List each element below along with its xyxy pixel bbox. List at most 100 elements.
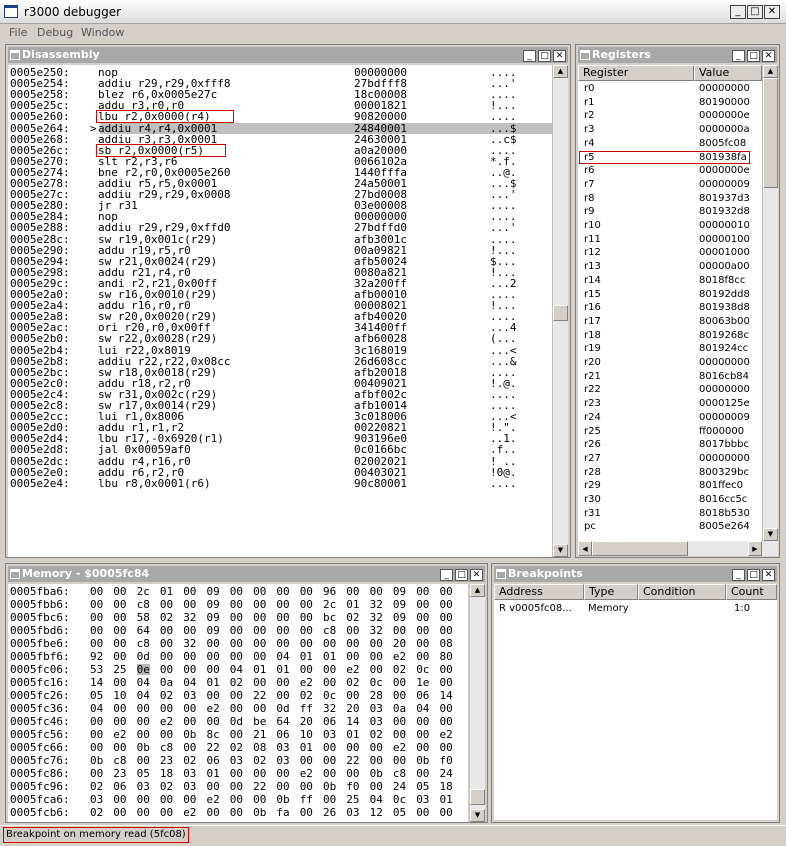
- memory-scrollbar[interactable]: ▲ ▼: [469, 584, 485, 822]
- memory-byte[interactable]: 00: [160, 625, 173, 636]
- memory-byte[interactable]: 00: [253, 703, 266, 714]
- memory-byte[interactable]: 00: [230, 703, 243, 714]
- scroll-thumb[interactable]: [470, 789, 485, 805]
- memory-byte[interactable]: 00: [230, 768, 243, 779]
- menu-debug[interactable]: Debug: [37, 26, 73, 39]
- memory-byte[interactable]: ff: [300, 794, 313, 805]
- memory-byte[interactable]: 04: [416, 703, 429, 714]
- memory-byte[interactable]: 2c: [323, 599, 336, 610]
- register-row[interactable]: r7 00000009: [578, 178, 762, 191]
- memory-byte[interactable]: 02: [370, 729, 383, 740]
- memory-row[interactable]: 0005fc76: 0b c8 00 23 02 06 03 02 03 00 00 22 00 00 0b f…: [8, 755, 468, 766]
- memory-byte[interactable]: 00: [300, 612, 313, 623]
- memory-byte[interactable]: 00: [207, 664, 220, 675]
- memory-byte[interactable]: 00: [183, 716, 196, 727]
- memory-byte[interactable]: 0c: [370, 677, 383, 688]
- memory-byte[interactable]: 02: [160, 690, 173, 701]
- memory-byte[interactable]: 00: [90, 599, 103, 610]
- memory-byte[interactable]: 00: [393, 729, 406, 740]
- memory-byte[interactable]: 0b: [137, 742, 150, 753]
- memory-byte[interactable]: 96: [323, 586, 336, 597]
- memory-row[interactable]: 0005fca6: 03 00 00 00 00 e2 00 00 0b ff 00 25 04 0c 03 0…: [8, 794, 468, 805]
- memory-byte[interactable]: 00: [230, 612, 243, 623]
- memory-byte[interactable]: 00: [137, 807, 150, 818]
- memory-byte[interactable]: 0c: [323, 690, 336, 701]
- memory-byte[interactable]: 28: [370, 690, 383, 701]
- memory-byte[interactable]: 06: [113, 781, 126, 792]
- registers-hscrollbar[interactable]: ◀ ▶: [578, 541, 778, 556]
- memory-byte[interactable]: 00: [300, 625, 313, 636]
- memory-byte[interactable]: 22: [253, 781, 266, 792]
- scroll-left-arrow[interactable]: ◀: [578, 541, 592, 556]
- column-header-value[interactable]: Value: [694, 65, 762, 81]
- memory-byte[interactable]: 09: [207, 586, 220, 597]
- register-row[interactable]: r26 8017bbbc: [578, 438, 762, 451]
- register-row[interactable]: r22 00000000: [578, 383, 762, 396]
- memory-byte[interactable]: 53: [90, 664, 103, 675]
- memory-byte[interactable]: 02: [346, 677, 359, 688]
- register-row[interactable]: r14 8018f8cc: [578, 274, 762, 287]
- memory-byte[interactable]: c8: [113, 755, 126, 766]
- memory-byte[interactable]: 00: [160, 807, 173, 818]
- memory-byte[interactable]: 00: [346, 768, 359, 779]
- memory-row[interactable]: 0005fbf6: 92 00 0d 00 00 00 00 00 04 01 01 00 00 e2 00 8…: [8, 651, 468, 662]
- memory-byte[interactable]: 00: [90, 625, 103, 636]
- memory-byte[interactable]: 08: [253, 742, 266, 753]
- memory-byte[interactable]: c8: [137, 599, 150, 610]
- memory-byte[interactable]: 2c: [137, 586, 150, 597]
- register-row[interactable]: r13 00000a00: [578, 260, 762, 273]
- column-header-condition[interactable]: Condition: [638, 584, 726, 600]
- memory-byte[interactable]: 00: [370, 651, 383, 662]
- memory-byte[interactable]: 00: [230, 651, 243, 662]
- memory-byte[interactable]: f0: [346, 781, 359, 792]
- memory-byte[interactable]: 00: [230, 794, 243, 805]
- memory-byte[interactable]: 02: [230, 742, 243, 753]
- maximize-button[interactable]: □: [747, 5, 763, 19]
- memory-byte[interactable]: 00: [253, 768, 266, 779]
- register-row[interactable]: r8 801937d3: [578, 192, 762, 205]
- memory-byte[interactable]: 00: [300, 586, 313, 597]
- memory-byte[interactable]: 00: [90, 638, 103, 649]
- memory-byte[interactable]: 00: [230, 690, 243, 701]
- memory-row[interactable]: 0005fc56: 00 e2 00 00 0b 8c 00 21 06 10 03 01 02 00 00 e…: [8, 729, 468, 740]
- memory-byte[interactable]: 00: [160, 638, 173, 649]
- memory-byte[interactable]: 00: [160, 703, 173, 714]
- maximize-button[interactable]: □: [538, 50, 551, 62]
- memory-byte[interactable]: 00: [183, 586, 196, 597]
- scroll-down-arrow[interactable]: ▼: [553, 544, 568, 557]
- memory-byte[interactable]: 01: [346, 729, 359, 740]
- memory-byte[interactable]: 02: [90, 807, 103, 818]
- memory-byte[interactable]: 01: [323, 651, 336, 662]
- memory-byte[interactable]: 00: [276, 768, 289, 779]
- menu-window[interactable]: Window: [81, 26, 124, 39]
- memory-byte[interactable]: 00: [230, 807, 243, 818]
- memory-byte[interactable]: 03: [346, 807, 359, 818]
- column-header-address[interactable]: Address: [494, 584, 584, 600]
- memory-row[interactable]: 0005fc46: 00 00 00 e2 00 00 0d be 64 20 06 14 03 00 00 0…: [8, 716, 468, 727]
- register-row[interactable]: r15 80192dd8: [578, 288, 762, 301]
- memory-byte[interactable]: 00: [370, 755, 383, 766]
- memory-byte[interactable]: 00: [276, 612, 289, 623]
- memory-byte[interactable]: 0d: [276, 703, 289, 714]
- memory-byte[interactable]: 00: [276, 599, 289, 610]
- memory-byte[interactable]: 00: [300, 807, 313, 818]
- memory-byte[interactable]: e2: [300, 768, 313, 779]
- memory-byte[interactable]: 00: [113, 586, 126, 597]
- memory-byte[interactable]: 01: [160, 586, 173, 597]
- memory-byte[interactable]: 24: [393, 781, 406, 792]
- memory-byte[interactable]: 01: [346, 599, 359, 610]
- memory-byte[interactable]: 00: [370, 781, 383, 792]
- memory-byte[interactable]: 00: [346, 742, 359, 753]
- memory-byte[interactable]: 00: [393, 625, 406, 636]
- memory-byte[interactable]: 01: [300, 742, 313, 753]
- memory-byte[interactable]: 18: [440, 781, 453, 792]
- memory-byte[interactable]: 04: [230, 664, 243, 675]
- memory-byte[interactable]: 14: [90, 677, 103, 688]
- column-header-count[interactable]: Count: [726, 584, 777, 600]
- memory-byte[interactable]: 03: [230, 755, 243, 766]
- memory-byte[interactable]: 00: [230, 729, 243, 740]
- memory-byte[interactable]: 0b: [253, 807, 266, 818]
- memory-byte[interactable]: 03: [276, 755, 289, 766]
- register-row[interactable]: r18 8019268c: [578, 329, 762, 342]
- register-row[interactable]: r28 800329bc: [578, 466, 762, 479]
